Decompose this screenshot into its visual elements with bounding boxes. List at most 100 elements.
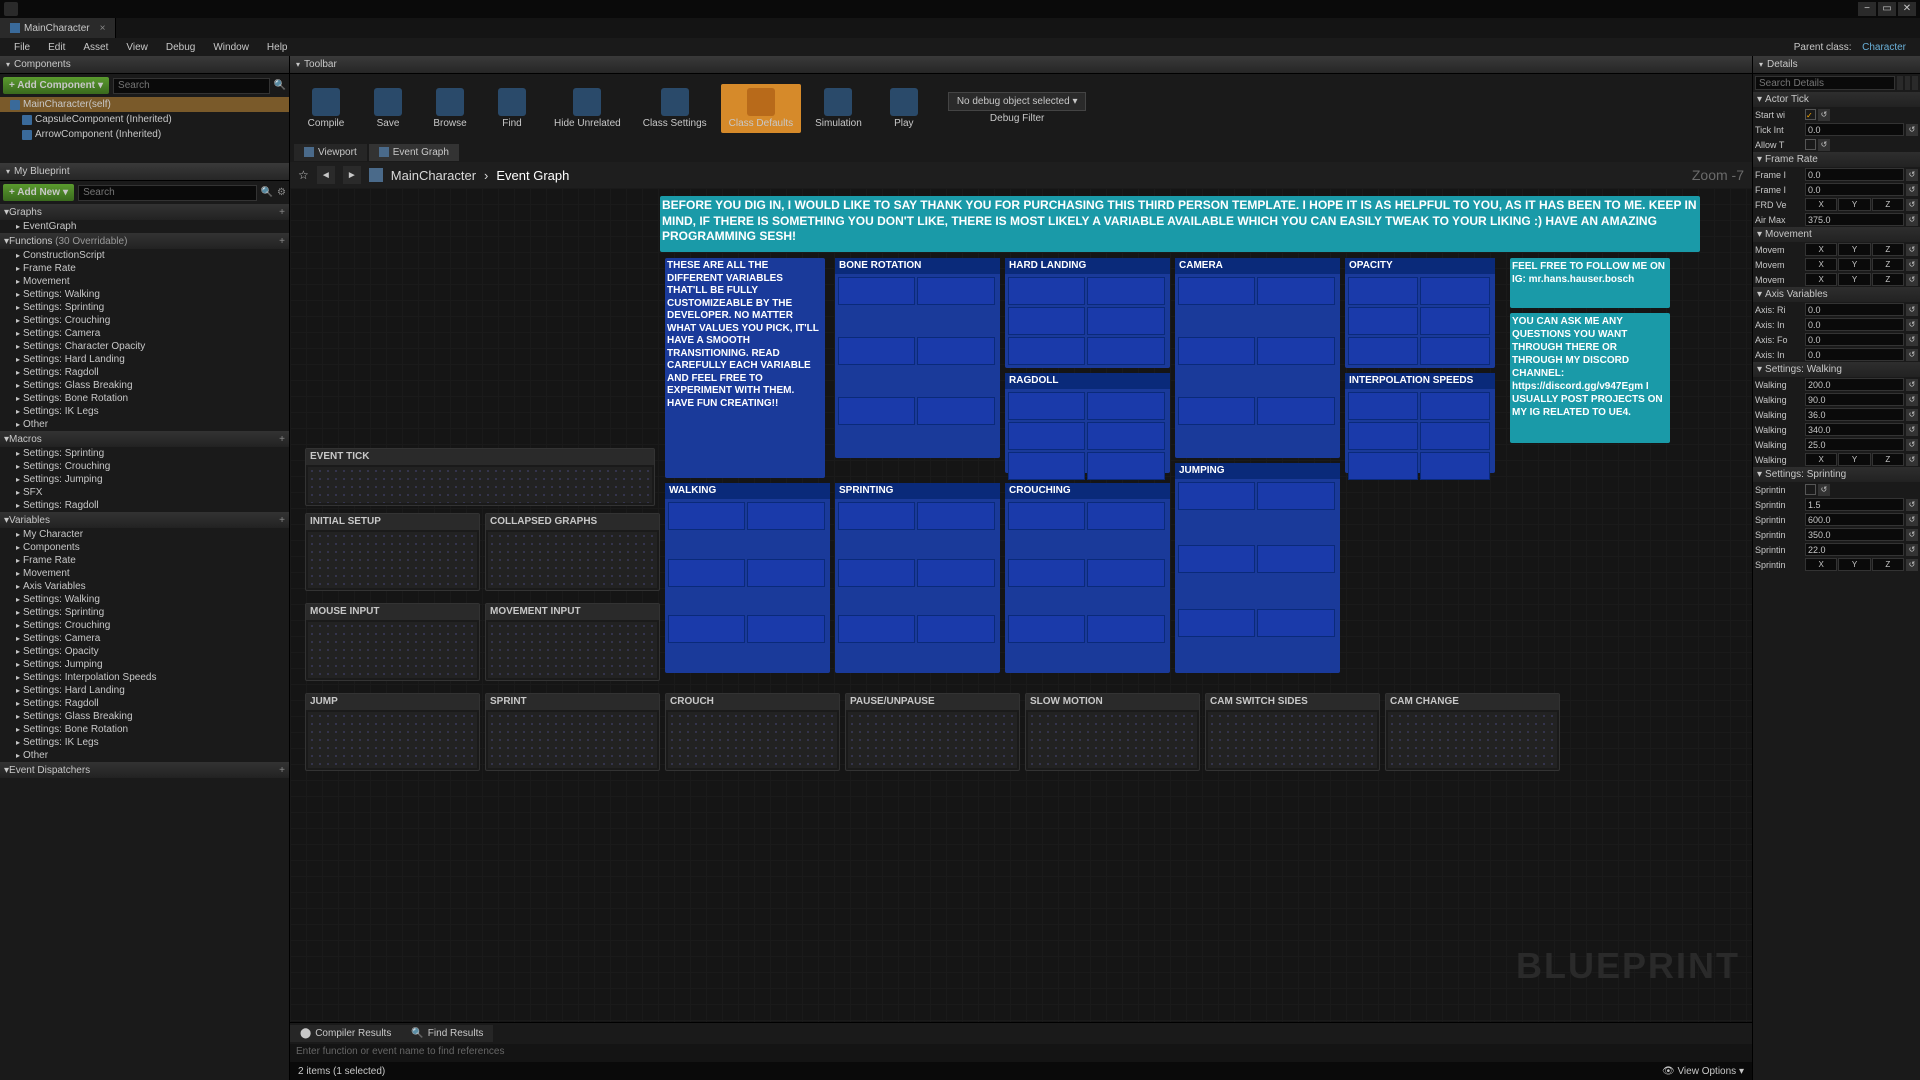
number-input[interactable]: 200.0 <box>1805 378 1904 391</box>
number-input[interactable]: 90.0 <box>1805 393 1904 406</box>
details-section-header[interactable]: ▾Settings: Walking <box>1753 362 1920 377</box>
reset-icon[interactable]: ↺ <box>1906 184 1918 196</box>
menu-file[interactable]: File <box>6 40 38 55</box>
details-section-header[interactable]: ▾Movement <box>1753 227 1920 242</box>
number-input[interactable]: 0.0 <box>1805 318 1904 331</box>
toolbar-play-button[interactable]: Play <box>876 84 932 133</box>
comment-box[interactable]: YOU CAN ASK ME ANY QUESTIONS YOU WANT TH… <box>1510 313 1670 443</box>
details-section-header[interactable]: ▾Settings: Sprinting <box>1753 467 1920 482</box>
reset-icon[interactable]: ↺ <box>1818 139 1830 151</box>
add-component-button[interactable]: + Add Component▾ <box>3 77 109 94</box>
find-input[interactable]: Enter function or event name to find ref… <box>290 1044 1752 1062</box>
number-input[interactable]: 25.0 <box>1805 438 1904 451</box>
myblueprint-panel-header[interactable]: ▾ My Blueprint <box>0 163 289 181</box>
comment-box[interactable]: CAMERA <box>1175 258 1340 458</box>
comment-box[interactable]: MOUSE INPUT <box>305 603 480 681</box>
number-input[interactable]: 0.0 <box>1805 123 1904 136</box>
blueprint-item[interactable]: ▸Settings: Interpolation Speeds <box>0 671 289 684</box>
blueprint-item[interactable]: ▸Settings: Ragdoll <box>0 366 289 379</box>
details-section-header[interactable]: ▾Actor Tick <box>1753 92 1920 107</box>
comment-box[interactable]: SLOW MOTION <box>1025 693 1200 771</box>
reset-icon[interactable]: ↺ <box>1818 484 1830 496</box>
reset-icon[interactable]: ↺ <box>1906 169 1918 181</box>
breadcrumb-root[interactable]: MainCharacter <box>391 168 476 183</box>
vector-input[interactable]: XYZ <box>1805 258 1904 271</box>
number-input[interactable]: 1.5 <box>1805 498 1904 511</box>
document-tab-maincharacter[interactable]: MainCharacter × <box>0 18 116 38</box>
add-icon[interactable]: + <box>279 434 285 445</box>
reset-icon[interactable]: ↺ <box>1906 499 1918 511</box>
blueprint-item[interactable]: ▸Frame Rate <box>0 262 289 275</box>
reset-icon[interactable]: ↺ <box>1906 529 1918 541</box>
blueprint-item[interactable]: ▸Settings: Crouching <box>0 619 289 632</box>
blueprint-item[interactable]: ▸ConstructionScript <box>0 249 289 262</box>
checkbox[interactable] <box>1805 484 1816 495</box>
details-section-header[interactable]: ▾Axis Variables <box>1753 287 1920 302</box>
number-input[interactable]: 22.0 <box>1805 543 1904 556</box>
close-tab-icon[interactable]: × <box>100 23 106 34</box>
add-icon[interactable]: + <box>279 765 285 776</box>
comment-box[interactable]: SPRINT <box>485 693 660 771</box>
blueprint-item[interactable]: ▸Frame Rate <box>0 554 289 567</box>
comment-box[interactable]: PAUSE/UNPAUSE <box>845 693 1020 771</box>
reset-icon[interactable]: ↺ <box>1906 409 1918 421</box>
favorite-icon[interactable]: ☆ <box>298 168 309 182</box>
blueprint-item[interactable]: ▸Settings: Bone Rotation <box>0 723 289 736</box>
menu-window[interactable]: Window <box>205 40 257 55</box>
blueprint-item[interactable]: ▸Movement <box>0 275 289 288</box>
blueprint-item[interactable]: ▸Settings: Crouching <box>0 314 289 327</box>
reset-icon[interactable]: ↺ <box>1906 259 1918 271</box>
reset-icon[interactable]: ↺ <box>1906 349 1918 361</box>
add-icon[interactable]: + <box>279 236 285 247</box>
reset-icon[interactable]: ↺ <box>1906 124 1918 136</box>
number-input[interactable]: 0.0 <box>1805 348 1904 361</box>
blueprint-item[interactable]: ▸Axis Variables <box>0 580 289 593</box>
blueprint-item[interactable]: ▸Settings: Glass Breaking <box>0 379 289 392</box>
blueprint-item[interactable]: ▸SFX <box>0 486 289 499</box>
tab-compiler-results[interactable]: ⬤Compiler Results <box>290 1025 401 1042</box>
view-options-button[interactable]: 👁 View Options ▾ <box>1662 1066 1744 1077</box>
filter-icon[interactable] <box>1912 76 1918 90</box>
blueprint-item[interactable]: ▸Settings: Ragdoll <box>0 697 289 710</box>
reset-icon[interactable]: ↺ <box>1906 439 1918 451</box>
comment-box[interactable]: CAM CHANGE <box>1385 693 1560 771</box>
comment-box[interactable]: EVENT TICK <box>305 448 655 506</box>
checkbox[interactable] <box>1805 139 1816 150</box>
blueprint-item[interactable]: ▸Components <box>0 541 289 554</box>
blueprint-item[interactable]: ▸Settings: Ragdoll <box>0 499 289 512</box>
number-input[interactable]: 36.0 <box>1805 408 1904 421</box>
toolbar-simulation-button[interactable]: Simulation <box>807 84 870 133</box>
category-header[interactable]: ▾Macros+ <box>0 431 289 447</box>
number-input[interactable]: 0.0 <box>1805 303 1904 316</box>
toolbar-save-button[interactable]: Save <box>360 84 416 133</box>
tab-eventgraph[interactable]: Event Graph <box>369 144 459 161</box>
reset-icon[interactable]: ↺ <box>1906 319 1918 331</box>
comment-box[interactable]: CROUCHING <box>1005 483 1170 673</box>
blueprint-item[interactable]: ▸Settings: Jumping <box>0 473 289 486</box>
blueprint-item[interactable]: ▸Settings: Walking <box>0 288 289 301</box>
number-input[interactable]: 375.0 <box>1805 213 1904 226</box>
vector-input[interactable]: XYZ <box>1805 198 1904 211</box>
blueprint-item[interactable]: ▸EventGraph <box>0 220 289 233</box>
menu-view[interactable]: View <box>118 40 156 55</box>
eye-icon[interactable] <box>1897 76 1903 90</box>
toolbar-hide-unrelated-button[interactable]: Hide Unrelated <box>546 84 629 133</box>
tab-find-results[interactable]: 🔍Find Results <box>401 1025 493 1042</box>
reset-icon[interactable]: ↺ <box>1906 244 1918 256</box>
comment-box[interactable]: INITIAL SETUP <box>305 513 480 591</box>
number-input[interactable]: 0.0 <box>1805 183 1904 196</box>
reset-icon[interactable]: ↺ <box>1906 559 1918 571</box>
blueprint-item[interactable]: ▸Settings: Bone Rotation <box>0 392 289 405</box>
toolbar-find-button[interactable]: Find <box>484 84 540 133</box>
comment-box[interactable]: INTERPOLATION SPEEDS <box>1345 373 1495 473</box>
toolbar-class-defaults-button[interactable]: Class Defaults <box>721 84 801 133</box>
category-header[interactable]: ▾Functions (30 Overridable)+ <box>0 233 289 249</box>
blueprint-item[interactable]: ▸Settings: IK Legs <box>0 736 289 749</box>
blueprint-item[interactable]: ▸Settings: IK Legs <box>0 405 289 418</box>
blueprint-item[interactable]: ▸Other <box>0 418 289 431</box>
menu-debug[interactable]: Debug <box>158 40 203 55</box>
graph-canvas[interactable]: BLUEPRINT BEFORE YOU DIG IN, I WOULD LIK… <box>290 188 1752 1022</box>
blueprint-item[interactable]: ▸Settings: Hard Landing <box>0 684 289 697</box>
reset-icon[interactable]: ↺ <box>1906 199 1918 211</box>
window-close-button[interactable]: ✕ <box>1898 2 1916 16</box>
